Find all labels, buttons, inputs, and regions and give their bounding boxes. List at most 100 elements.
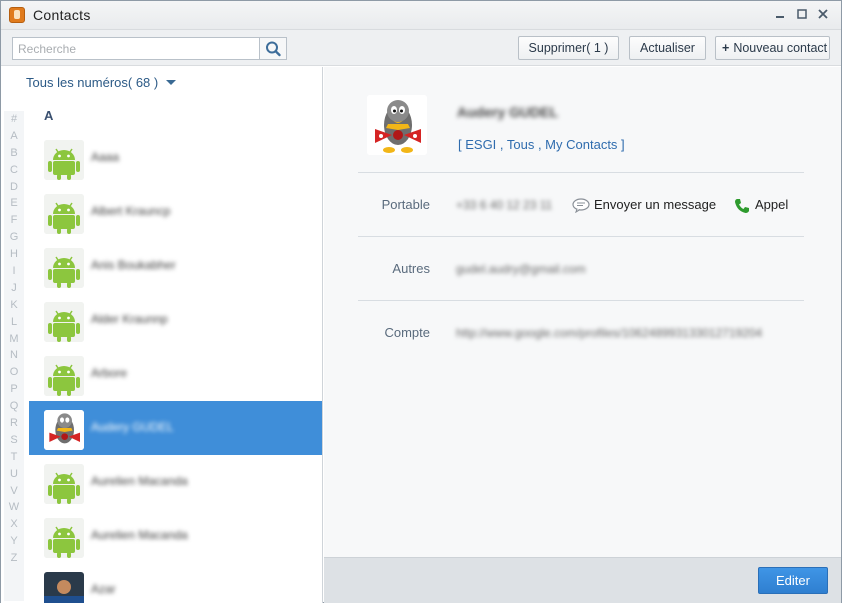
alphabet-index-letter[interactable]: Q (4, 398, 24, 415)
alphabet-index-letter[interactable]: P (4, 381, 24, 398)
contact-name: Alder Kraunnp (91, 312, 168, 326)
new-contact-button[interactable]: + Nouveau contact (715, 36, 830, 60)
alphabet-index-letter[interactable]: # (4, 111, 24, 128)
contact-name: Azar (91, 582, 116, 596)
tux-avatar-icon (44, 410, 84, 450)
contact-detail-panel: Audery GUDEL [ ESGI , Tous , My Contacts… (324, 67, 841, 557)
send-message-button[interactable]: Envoyer un message (594, 197, 716, 212)
contact-list-item[interactable]: Aurelien Macanda (29, 509, 322, 563)
close-icon[interactable] (814, 6, 832, 24)
alphabet-index-letter[interactable]: L (4, 314, 24, 331)
delete-button[interactable]: Supprimer( 1 ) (518, 36, 619, 60)
contact-list-item[interactable]: Arbore (29, 347, 322, 401)
alphabet-index: # A B C D E F G H I J K L M N O P Q R S T U V W X Y Z (4, 111, 24, 601)
alphabet-index-letter[interactable]: F (4, 212, 24, 229)
message-icon (572, 198, 590, 214)
alphabet-index-letter[interactable]: E (4, 195, 24, 212)
alphabet-index-letter[interactable]: B (4, 145, 24, 162)
contact-list-item[interactable]: Azar (29, 563, 322, 603)
android-avatar-icon (44, 194, 84, 234)
field-row-compte: Compte (324, 323, 430, 343)
alphabet-index-letter[interactable]: W (4, 499, 24, 516)
tux-icon (367, 95, 427, 155)
alphabet-index-letter[interactable]: R (4, 415, 24, 432)
contact-name: Aaaa (91, 150, 120, 164)
contact-list-item[interactable]: Anis Boukabher (29, 239, 322, 293)
alphabet-index-letter[interactable]: V (4, 483, 24, 500)
search-button[interactable] (259, 38, 286, 59)
field-value-phone: +33 6 40 12 23 11 (456, 198, 553, 212)
maximize-icon[interactable] (793, 6, 811, 24)
alphabet-index-letter[interactable]: J (4, 280, 24, 297)
field-label: Compte (384, 325, 430, 340)
contact-name: Aurelien Macanda (91, 528, 188, 542)
call-button[interactable]: Appel (755, 197, 788, 212)
contact-name: Albert Krauncp (91, 204, 171, 218)
contact-name: Audery GUDEL (457, 104, 559, 120)
alphabet-index-letter[interactable]: A (4, 128, 24, 145)
divider (358, 172, 804, 173)
alphabet-index-letter[interactable]: H (4, 246, 24, 263)
android-avatar-icon (44, 140, 84, 180)
contact-name: Arbore (91, 366, 128, 380)
contact-name: Audery GUDEL (91, 420, 174, 434)
field-row-autres: Autres (324, 259, 430, 279)
window-title: Contacts (33, 7, 91, 23)
alphabet-index-letter[interactable]: G (4, 229, 24, 246)
divider (358, 300, 804, 301)
filter-label: Tous les numéros( 68 ) (26, 75, 159, 90)
alphabet-index-letter[interactable]: U (4, 466, 24, 483)
contacts-window: Contacts Supprimer( 1 ) Actualiser +Nouv… (0, 0, 842, 603)
chevron-down-icon (166, 80, 177, 85)
contact-list-item[interactable]: Aurelien Macanda (29, 455, 322, 509)
alphabet-index-letter[interactable]: N (4, 347, 24, 364)
number-filter-dropdown[interactable]: Tous les numéros( 68 ) (26, 75, 177, 90)
alphabet-index-letter[interactable]: M (4, 331, 24, 348)
divider (358, 236, 804, 237)
contact-avatar (367, 95, 427, 155)
android-avatar-icon (44, 248, 84, 288)
alphabet-index-letter[interactable]: X (4, 516, 24, 533)
contact-name: Aurelien Macanda (91, 474, 188, 488)
alphabet-index-letter[interactable]: Y (4, 533, 24, 550)
title-bar: Contacts (1, 1, 841, 30)
alphabet-index-letter[interactable]: I (4, 263, 24, 280)
contact-list-item[interactable]: Aaaa (29, 131, 322, 185)
alphabet-index-letter[interactable]: D (4, 179, 24, 196)
contact-list-panel: Tous les numéros( 68 ) # A B C D E F G H I J K L M N O P… (1, 67, 323, 603)
search-input[interactable] (13, 38, 260, 59)
field-label: Portable (381, 197, 430, 212)
field-value-email[interactable]: gudel.audry@gmail.com (456, 262, 586, 276)
contacts-app-icon (9, 7, 25, 23)
alphabet-index-letter[interactable]: Z (4, 550, 24, 567)
field-value-account[interactable]: http://www.google.com/profiles/106248993… (456, 326, 762, 340)
phone-icon (734, 198, 750, 214)
android-avatar-icon (44, 464, 84, 504)
contact-list-item[interactable]: Audery GUDEL (29, 401, 322, 455)
alphabet-index-letter[interactable]: C (4, 162, 24, 179)
alphabet-index-letter[interactable]: K (4, 297, 24, 314)
minimize-icon[interactable] (771, 6, 789, 24)
contact-groups[interactable]: [ ESGI , Tous , My Contacts ] (458, 137, 625, 152)
plus-icon: + (722, 41, 730, 55)
field-row-portable: Portable (324, 195, 430, 215)
android-avatar-icon (44, 302, 84, 342)
alphabet-index-letter[interactable]: O (4, 364, 24, 381)
field-label: Autres (392, 261, 430, 276)
contact-name: Anis Boukabher (91, 258, 176, 272)
alphabet-index-letter[interactable]: S (4, 432, 24, 449)
android-avatar-icon (44, 518, 84, 558)
search-icon (266, 41, 281, 57)
photo-avatar (44, 572, 84, 603)
android-avatar-icon (44, 356, 84, 396)
refresh-button[interactable]: Actualiser (629, 36, 706, 60)
edit-button[interactable]: Editer (758, 567, 828, 594)
search-box (12, 37, 287, 60)
detail-footer: Editer (324, 557, 841, 603)
contact-list-item[interactable]: Albert Krauncp (29, 185, 322, 239)
toolbar: Supprimer( 1 ) Actualiser +Nouveau conta… (1, 30, 841, 66)
section-header: A (44, 108, 54, 123)
new-contact-label: Nouveau contact (733, 41, 828, 55)
alphabet-index-letter[interactable]: T (4, 449, 24, 466)
contact-list-item[interactable]: Alder Kraunnp (29, 293, 322, 347)
